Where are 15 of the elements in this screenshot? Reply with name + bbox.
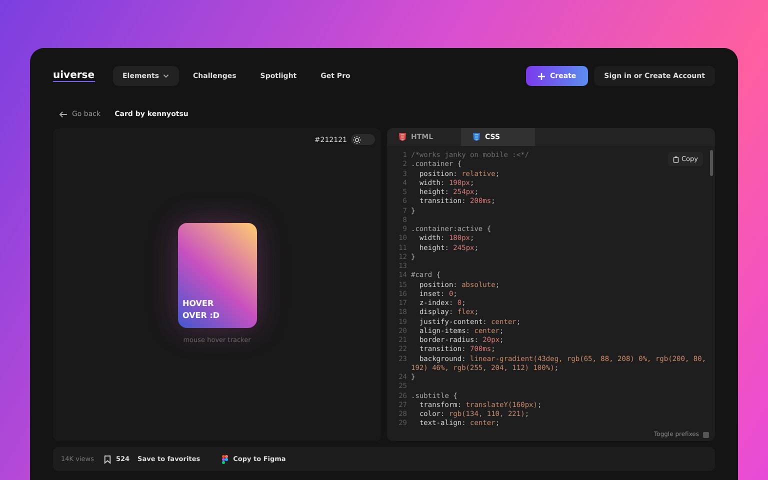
toggle-prefixes-checkbox[interactable] [703,432,709,438]
card-text: OVER :D [182,310,221,322]
arrow-left-icon [59,110,68,118]
plus-icon [538,72,546,80]
bookmark-icon [104,454,111,464]
gradient-card[interactable]: HOVER OVER :D [178,222,256,328]
scrollbar[interactable] [710,150,713,176]
sun-icon [353,136,361,144]
figma-logo-icon [222,454,228,464]
card-text: HOVER [182,298,215,310]
css-shield-icon [473,133,480,141]
html-shield-icon [399,133,406,141]
clipboard-icon [672,156,678,162]
logo[interactable]: uiverse [53,70,95,82]
theme-toggle[interactable] [351,134,375,145]
